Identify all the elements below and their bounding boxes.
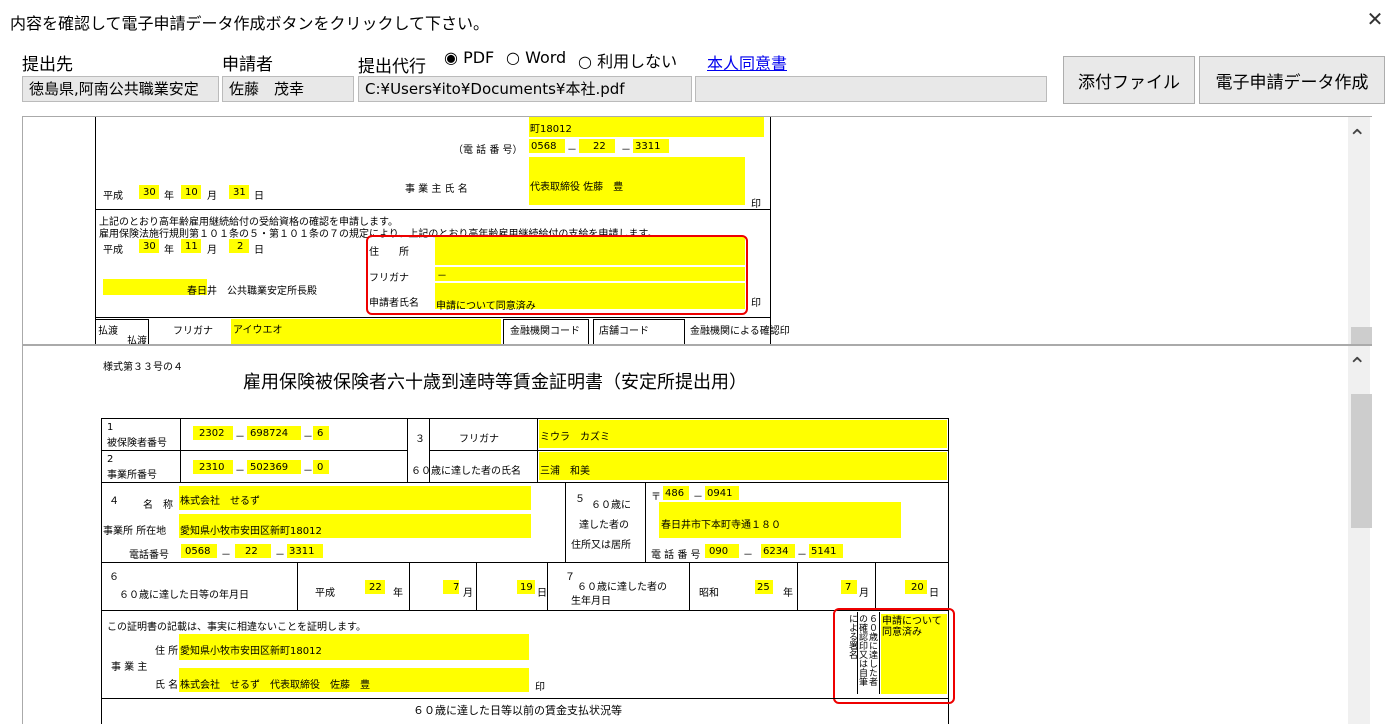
bank-kana-value: アイウエオ — [233, 325, 283, 336]
addr-tail: 町18012 — [530, 124, 572, 135]
extra-field[interactable] — [695, 76, 1047, 102]
preview-pane-2[interactable]: 様式第３３号の４ 雇用保険被保険者六十歳到達時等賃金証明書（安定所提出用） 1 … — [22, 344, 1372, 724]
scrollbar-2[interactable] — [1348, 346, 1372, 724]
create-edata-button[interactable]: 電子申請データ作成 — [1199, 56, 1385, 104]
office-name: 春日井 — [187, 286, 217, 297]
preview-pane-1[interactable]: 町18012 （電 話 番 号） 0568 － 22 － 3311 事 業 主 … — [22, 116, 1372, 344]
applicant-field[interactable]: 佐藤 茂幸 — [222, 76, 354, 102]
employer-address-value: 愛知県小牧市安田区新町18012 — [180, 646, 322, 657]
destination-field[interactable]: 徳島県,阿南公共職業安定 — [22, 76, 219, 102]
applicant-label: 申請者 — [222, 55, 273, 75]
person-address-value: 春日井市下本町寺通１８０ — [661, 520, 781, 531]
employer-name-value: 株式会社 せるず 代表取締役 佐藤 豊 — [180, 680, 370, 691]
radio-empty-icon: ○ — [506, 48, 520, 67]
dialog-title: 内容を確認して電子申請データ作成ボタンをクリックして下さい。 — [10, 14, 490, 33]
radio-none[interactable]: ○ 利用しない — [578, 48, 677, 72]
highlight-applicant — [366, 235, 748, 315]
scrollbar-1[interactable] — [1348, 117, 1372, 344]
radio-selected-icon: ◉ — [444, 48, 458, 67]
radio-word[interactable]: ○ Word — [506, 48, 566, 67]
tel-label: （電 話 番 号） — [453, 145, 523, 156]
highlight-signature — [833, 608, 955, 704]
attach-file-button[interactable]: 添付ファイル — [1063, 56, 1195, 104]
person-name-value: 三浦 和美 — [540, 466, 590, 477]
company-address-value: 愛知県小牧市安田区新町18012 — [180, 526, 322, 537]
destination-label: 提出先 — [22, 55, 73, 75]
certification-line: この証明書の記載は、事実に相違ないことを証明します。 — [107, 622, 366, 633]
close-icon[interactable]: ✕ — [1362, 6, 1388, 32]
furigana-value: ミウラ カズミ — [540, 432, 610, 443]
office-suffix: 公共職業安定所長殿 — [227, 286, 317, 297]
radio-empty-icon: ○ — [578, 52, 592, 71]
wage-section-title: ６０歳に達した日等以前の賃金支払状況等 — [413, 704, 622, 717]
company-name-value: 株式会社 せるず — [180, 496, 260, 507]
form-number: 様式第３３号の４ — [103, 362, 183, 373]
radio-pdf[interactable]: ◉ PDF — [444, 48, 494, 67]
scroll-thumb-1[interactable] — [1351, 327, 1372, 344]
owner-value: 代表取締役 佐藤 豊 — [530, 182, 624, 193]
form-title: 雇用保険被保険者六十歳到達時等賃金証明書（安定所提出用） — [243, 372, 747, 393]
scroll-thumb-2[interactable] — [1351, 394, 1372, 528]
owner-label: 事 業 主 氏 名 — [405, 184, 468, 195]
proxy-label: 提出代行 — [358, 57, 426, 77]
chevron-up-icon[interactable]: ⌃ — [1348, 354, 1366, 379]
chevron-up-icon[interactable]: ⌃ — [1348, 126, 1366, 151]
pdf-path-field[interactable]: C:¥Users¥ito¥Documents¥本社.pdf — [358, 76, 692, 102]
consent-form-link[interactable]: 本人同意書 — [707, 50, 787, 74]
